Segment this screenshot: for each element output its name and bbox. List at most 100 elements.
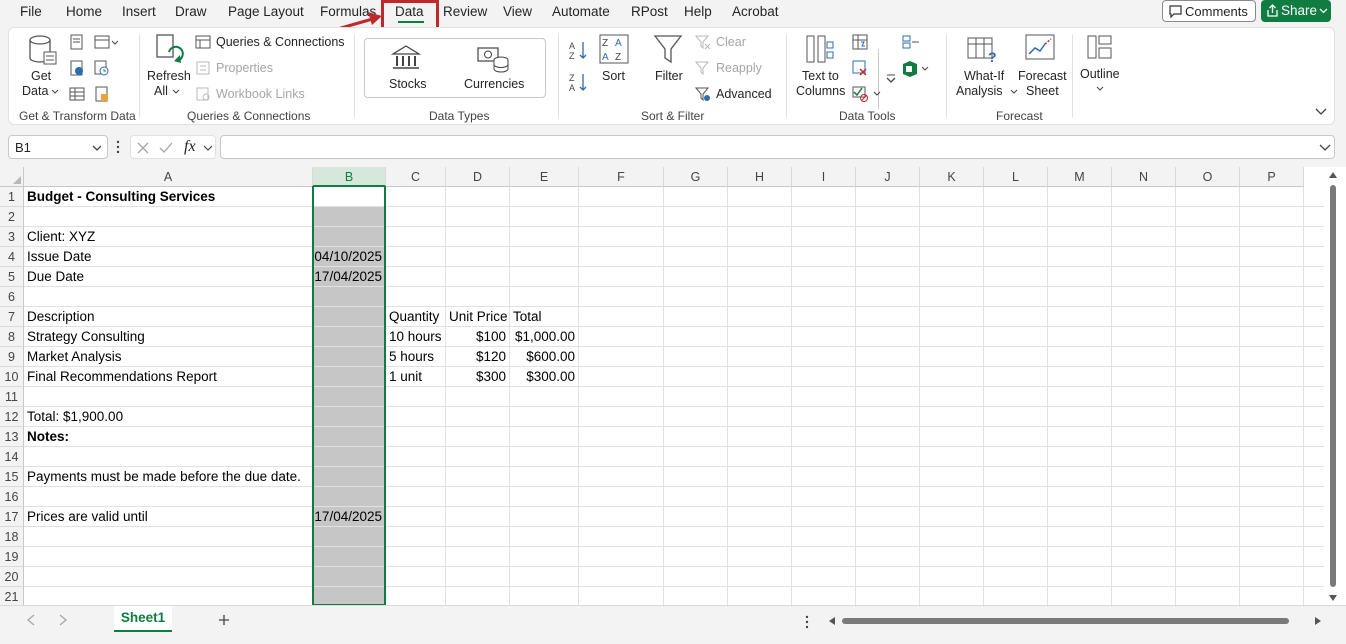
column-header-o[interactable]: O	[1176, 167, 1240, 187]
row-header-18[interactable]: 18	[0, 527, 24, 547]
more-options-icon[interactable]	[115, 140, 121, 154]
cell-d7[interactable]: Unit Price	[449, 307, 508, 327]
menu-review[interactable]: Review	[443, 4, 487, 19]
column-header-g[interactable]: G	[664, 167, 728, 187]
remove-duplicates-icon[interactable]	[852, 60, 868, 76]
cell-a15[interactable]: Payments must be made before the due dat…	[27, 467, 301, 487]
row-header-2[interactable]: 2	[0, 207, 24, 227]
row-header-15[interactable]: 15	[0, 467, 24, 487]
menu-insert[interactable]: Insert	[122, 4, 156, 19]
column-header-c[interactable]: C	[386, 167, 446, 187]
scroll-left-icon[interactable]	[828, 616, 836, 626]
prev-sheet-icon[interactable]	[26, 614, 36, 626]
worksheet-grid[interactable]: ABCDEFGHIJKLMNOP 1 2 3 4 5 6 7 8 9 10 11 12 13 14 15 16…	[0, 167, 1346, 605]
consolidate-icon[interactable]	[902, 34, 920, 50]
column-header-p[interactable]: P	[1240, 167, 1304, 187]
from-file-icon[interactable]	[94, 86, 110, 102]
cell-c7[interactable]: Quantity	[389, 307, 439, 327]
data-validation-icon[interactable]	[852, 86, 882, 102]
row-header-16[interactable]: 16	[0, 487, 24, 507]
column-header-d[interactable]: D	[446, 167, 510, 187]
name-box[interactable]: B1	[8, 135, 108, 159]
horizontal-scrollbar[interactable]	[828, 614, 1322, 628]
menu-acrobat[interactable]: Acrobat	[732, 4, 779, 19]
cell-e8[interactable]: $1,000.00	[510, 327, 575, 347]
cell-a17[interactable]: Prices are valid until	[27, 507, 148, 527]
cell-a7[interactable]: Description	[27, 307, 95, 327]
expand-formula-bar-icon[interactable]	[1319, 144, 1331, 152]
scroll-right-icon[interactable]	[1314, 616, 1322, 626]
row-header-5[interactable]: 5	[0, 267, 24, 287]
column-header-m[interactable]: M	[1048, 167, 1112, 187]
row-header-14[interactable]: 14	[0, 447, 24, 467]
ribbon-collapse-icon[interactable]	[1315, 108, 1327, 116]
menu-view[interactable]: View	[503, 4, 532, 19]
next-sheet-icon[interactable]	[58, 614, 68, 626]
menu-help[interactable]: Help	[684, 4, 712, 19]
row-header-19[interactable]: 19	[0, 547, 24, 567]
enter-check-icon[interactable]	[159, 142, 173, 154]
from-web-icon[interactable]	[69, 60, 85, 76]
row-header-8[interactable]: 8	[0, 327, 24, 347]
from-text-icon[interactable]	[69, 34, 85, 50]
cell-a5[interactable]: Due Date	[27, 267, 84, 287]
scroll-up-icon[interactable]	[1328, 171, 1338, 179]
row-header-9[interactable]: 9	[0, 347, 24, 367]
cell-c8[interactable]: 10 hours	[389, 327, 442, 347]
cell-c10[interactable]: 1 unit	[389, 367, 422, 387]
menu-automate[interactable]: Automate	[552, 4, 610, 19]
cell-e7[interactable]: Total	[513, 307, 542, 327]
add-sheet-icon[interactable]	[218, 614, 230, 626]
relationships-icon[interactable]	[902, 60, 932, 78]
row-header-21[interactable]: 21	[0, 587, 24, 605]
column-header-h[interactable]: H	[728, 167, 792, 187]
cell-a4[interactable]: Issue Date	[27, 247, 92, 267]
column-header-k[interactable]: K	[920, 167, 984, 187]
row-header-17[interactable]: 17	[0, 507, 24, 527]
sort-z-to-a-icon[interactable]: ZA	[569, 72, 589, 92]
row-header-12[interactable]: 12	[0, 407, 24, 427]
cancel-icon[interactable]	[137, 142, 149, 154]
row-header-13[interactable]: 13	[0, 427, 24, 447]
scroll-down-icon[interactable]	[1328, 594, 1338, 602]
row-header-4[interactable]: 4	[0, 247, 24, 267]
column-header-a[interactable]: A	[24, 167, 313, 187]
cell-e10[interactable]: $300.00	[510, 367, 575, 387]
cell-a10[interactable]: Final Recommendations Report	[27, 367, 217, 387]
cell-d10[interactable]: $300	[446, 367, 506, 387]
row-header-1[interactable]: 1	[0, 187, 24, 207]
column-header-f[interactable]: F	[579, 167, 664, 187]
menu-draw[interactable]: Draw	[175, 4, 207, 19]
sheet-tab-sheet1[interactable]: Sheet1	[114, 606, 172, 632]
column-header-e[interactable]: E	[510, 167, 579, 187]
cell-a9[interactable]: Market Analysis	[27, 347, 122, 367]
cell-d8[interactable]: $100	[446, 327, 506, 347]
horizontal-scroll-thumb[interactable]	[842, 618, 1289, 624]
cell-e9[interactable]: $600.00	[510, 347, 575, 367]
cell-d9[interactable]: $120	[446, 347, 506, 367]
cell-a1[interactable]: Budget - Consulting Services	[27, 187, 215, 207]
comments-button[interactable]: Comments	[1162, 0, 1256, 22]
flash-fill-icon[interactable]	[852, 34, 868, 50]
menu-home[interactable]: Home	[66, 4, 102, 19]
column-header-l[interactable]: L	[984, 167, 1048, 187]
cell-a3[interactable]: Client: XYZ	[27, 227, 95, 247]
row-header-6[interactable]: 6	[0, 287, 24, 307]
cell-c9[interactable]: 5 hours	[389, 347, 434, 367]
vertical-scrollbar[interactable]	[1324, 167, 1342, 605]
row-header-7[interactable]: 7	[0, 307, 24, 327]
menu-file[interactable]: File	[20, 4, 42, 19]
row-header-3[interactable]: 3	[0, 227, 24, 247]
row-header-11[interactable]: 11	[0, 387, 24, 407]
existing-connections-icon[interactable]	[94, 34, 118, 50]
column-header-j[interactable]: J	[856, 167, 920, 187]
row-header-10[interactable]: 10	[0, 367, 24, 387]
from-table-icon[interactable]	[69, 86, 85, 102]
recent-sources-icon[interactable]	[94, 60, 110, 76]
column-header-b[interactable]: B	[313, 167, 386, 187]
cell-a13[interactable]: Notes:	[27, 427, 69, 447]
menu-rpost[interactable]: RPost	[631, 4, 668, 19]
cell-a8[interactable]: Strategy Consulting	[27, 327, 145, 347]
select-all-corner[interactable]	[0, 167, 24, 187]
menu-page-layout[interactable]: Page Layout	[228, 4, 304, 19]
